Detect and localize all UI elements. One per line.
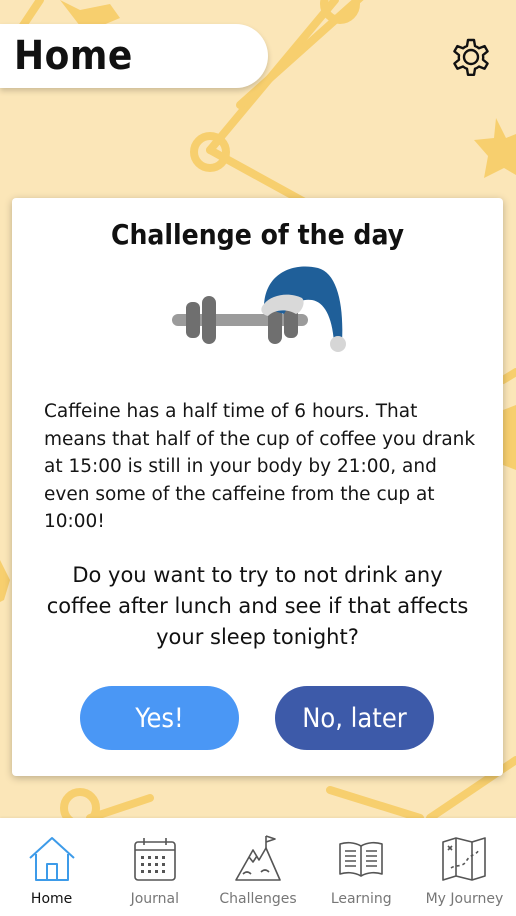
nav-item-my-journey[interactable]: My Journey [413,818,516,916]
nav-label-learning: Learning [330,891,392,907]
header-bar: Home [0,24,268,88]
nav-label-home: Home [30,891,73,907]
book-icon [339,841,384,877]
bottom-nav: Home Journal Challenges Learning My Jour… [0,818,516,916]
map-icon [442,837,487,881]
home-icon [28,837,75,881]
nav-label-journal: Journal [130,891,180,907]
mountain-flag-icon [235,835,281,881]
nav-item-journal[interactable]: Journal [103,818,206,916]
nav-item-home[interactable]: Home [0,818,103,916]
challenge-title: Challenge of the day [110,218,405,251]
gear-icon [453,38,489,76]
challenge-question: Do you want to try to not drink any coff… [46,563,469,649]
nav-label-challenges: Challenges [219,891,297,907]
nav-item-learning[interactable]: Learning [310,818,413,916]
page-title: Home [14,33,133,79]
yes-button[interactable]: Yes! [80,686,239,750]
settings-button[interactable] [448,34,494,80]
nav-item-challenges[interactable]: Challenges [206,818,309,916]
challenge-card: Challenge of the day Caffeine has a half… [12,198,503,776]
calendar-icon [133,838,176,881]
dumbbell-nightcap-icon [172,266,346,352]
challenge-info-text: Caffeine has a half time of 6 hours. Tha… [44,401,476,532]
no-later-button[interactable]: No, later [275,686,434,750]
nav-label-my-journey: My Journey [425,891,504,907]
